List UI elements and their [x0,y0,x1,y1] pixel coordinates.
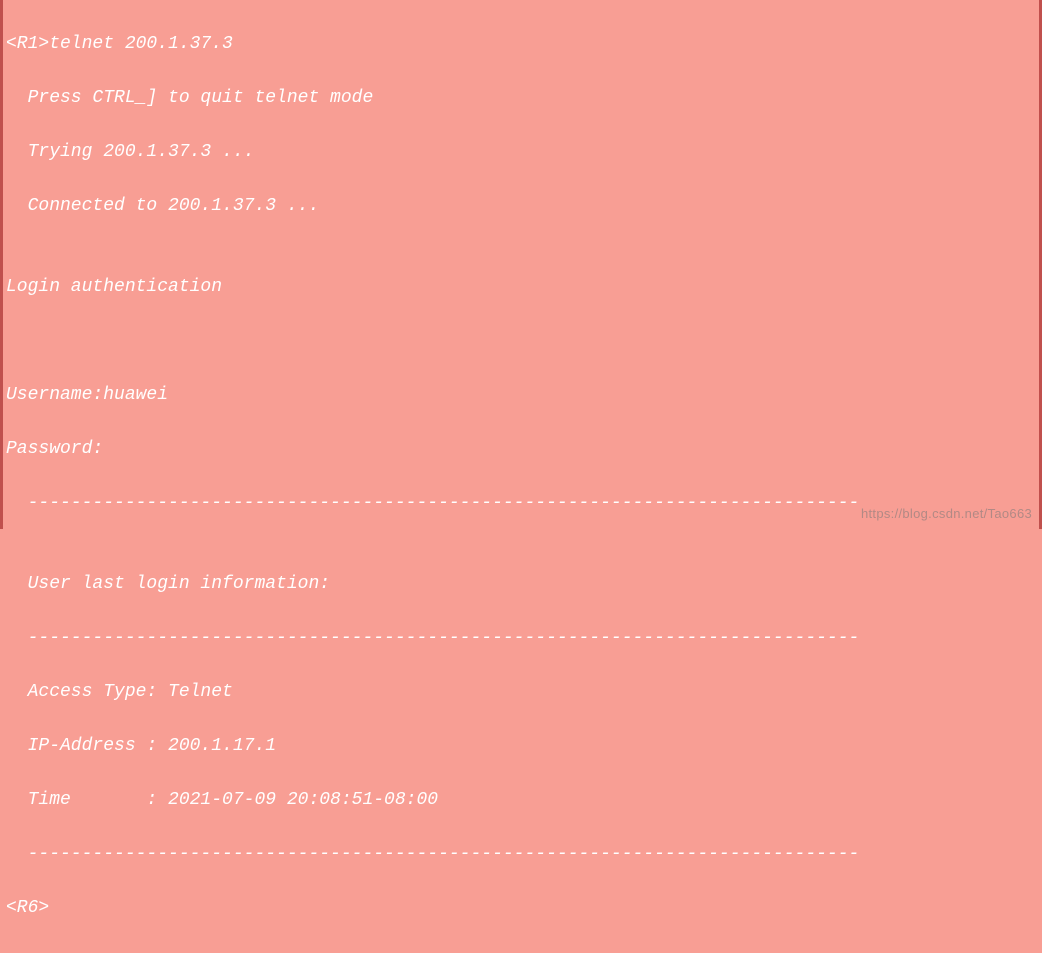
telnet-connected-line: Connected to 200.1.37.3 ... [6,193,1036,220]
telnet-quit-hint: Press CTRL_] to quit telnet mode [6,85,1036,112]
password-line: Password: [6,436,1036,463]
terminal-output[interactable]: <R1>telnet 200.1.37.3 Press CTRL_] to qu… [0,0,1042,953]
divider-line: ----------------------------------------… [6,625,1036,652]
prompt-r6-line: <R6> [6,895,1036,922]
watermark-text: https://blog.csdn.net/Tao663 [861,504,1032,524]
username-line: Username:huawei [6,382,1036,409]
login-auth-header: Login authentication [6,274,1036,301]
last-login-header: User last login information: [6,571,1036,598]
ip-address-line: IP-Address : 200.1.17.1 [6,733,1036,760]
time-line: Time : 2021-07-09 20:08:51-08:00 [6,787,1036,814]
access-type-line: Access Type: Telnet [6,679,1036,706]
prompt-command-line: <R1>telnet 200.1.37.3 [6,31,1036,58]
border-left [0,0,3,529]
divider-line: ----------------------------------------… [6,841,1036,868]
telnet-trying-line: Trying 200.1.37.3 ... [6,139,1036,166]
